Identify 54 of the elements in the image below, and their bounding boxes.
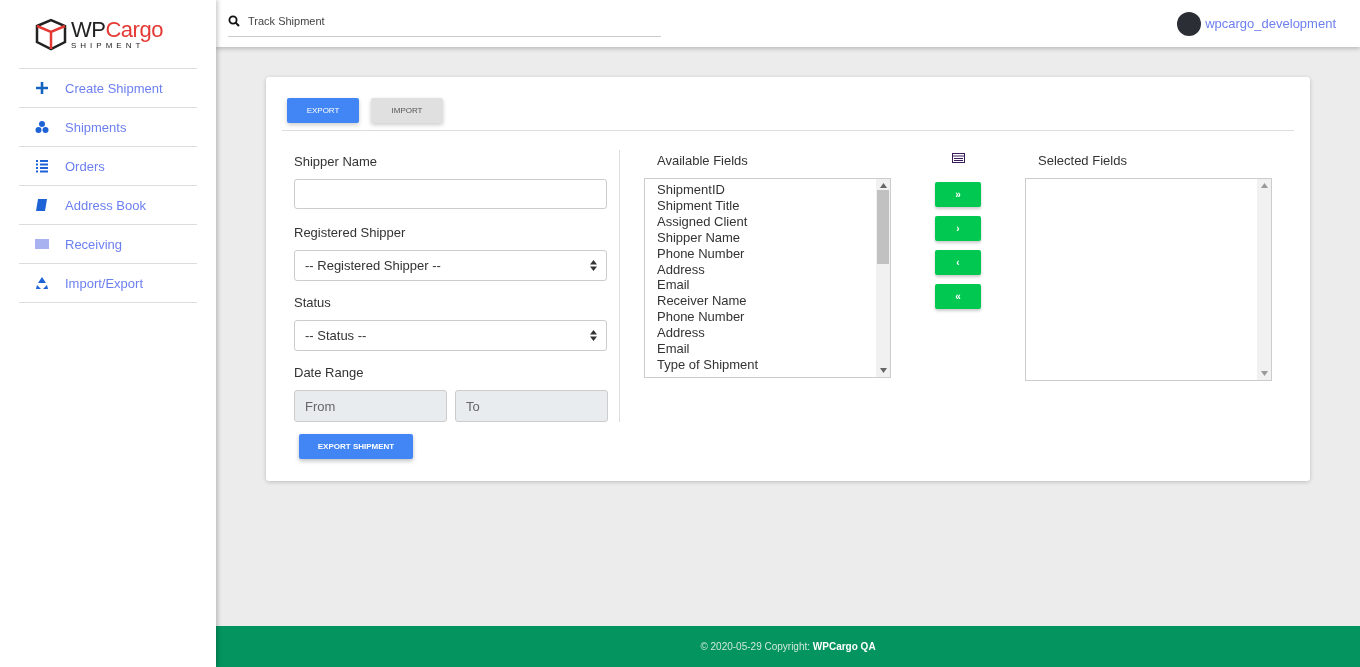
- list-option[interactable]: Email: [657, 277, 864, 294]
- scroll-up-icon[interactable]: [1260, 183, 1268, 188]
- sidebar-item[interactable]: Receiving: [19, 225, 197, 264]
- list-option[interactable]: Shipper Name: [657, 229, 864, 246]
- field-label: Status: [294, 295, 332, 310]
- export-shipment-button[interactable]: EXPORT SHIPMENT: [299, 434, 413, 459]
- registered-shipper-select[interactable]: -- Registered Shipper --: [294, 250, 607, 281]
- list-label: Selected Fields: [1037, 153, 1128, 168]
- field-label: Date Range: [294, 365, 365, 380]
- available-fields-list[interactable]: ShipmentID Shipment Title Assigned Client Shipper Name Phone Number Address Email Receiver Name Phone Number Address Email Type of Shipment: [644, 178, 891, 378]
- cube-logo-icon: [33, 16, 69, 52]
- scrollbar[interactable]: [876, 179, 890, 377]
- sort-icon: [590, 260, 597, 271]
- list-label: Available Fields: [656, 153, 749, 168]
- field-label: Shipper Name: [294, 154, 379, 169]
- list-option[interactable]: Receiver Name: [657, 293, 864, 310]
- date-to-field[interactable]: To: [455, 390, 608, 422]
- sidebar-item[interactable]: Address Book: [19, 186, 197, 225]
- tab[interactable]: IMPORT: [371, 98, 443, 123]
- scroll-down-icon[interactable]: [879, 368, 887, 373]
- sidebar-item[interactable]: Shipments: [19, 108, 197, 147]
- sort-icon: [590, 330, 597, 341]
- scroll-down-icon[interactable]: [1260, 371, 1268, 376]
- list-option[interactable]: Assigned Client: [657, 213, 864, 230]
- date-from-field[interactable]: From: [294, 390, 447, 422]
- recycle-icon: [35, 276, 49, 290]
- list-option[interactable]: Email: [657, 341, 864, 357]
- list-icon: [35, 159, 49, 173]
- list-option[interactable]: Address: [657, 325, 864, 342]
- status-select[interactable]: -- Status --: [294, 320, 607, 351]
- table-icon: [951, 153, 965, 163]
- sidebar-item[interactable]: Create Shipment: [19, 69, 197, 108]
- tab[interactable]: EXPORT: [287, 98, 359, 123]
- list-option[interactable]: ShipmentID: [657, 182, 864, 198]
- field-label: Registered Shipper: [294, 225, 407, 240]
- scrollbar[interactable]: [1257, 179, 1271, 380]
- list-option[interactable]: Phone Number: [657, 309, 864, 326]
- selected-fields-list[interactable]: [1025, 178, 1272, 381]
- avatar: [1177, 11, 1202, 36]
- search-icon: [228, 15, 240, 27]
- book-icon: [35, 198, 49, 212]
- sidebar-item[interactable]: Import/Export: [19, 264, 197, 303]
- plus-icon: [35, 81, 49, 95]
- list-option[interactable]: Type of Shipment: [657, 356, 864, 373]
- list-option[interactable]: Address: [657, 261, 864, 278]
- logo-title: WPCargo: [71, 18, 163, 41]
- list-option[interactable]: Phone Number: [657, 245, 864, 262]
- sidebar-item[interactable]: Orders: [19, 147, 197, 186]
- boxes-icon: [35, 120, 49, 134]
- shipper-name-field[interactable]: [294, 179, 607, 209]
- copyright-text: © 2020-05-29 Copyright: WPCargo QA: [700, 641, 876, 652]
- scroll-up-icon[interactable]: [879, 183, 887, 188]
- list-option[interactable]: Shipment Title: [657, 197, 864, 214]
- user-link[interactable]: wpcargo_development: [1177, 11, 1336, 36]
